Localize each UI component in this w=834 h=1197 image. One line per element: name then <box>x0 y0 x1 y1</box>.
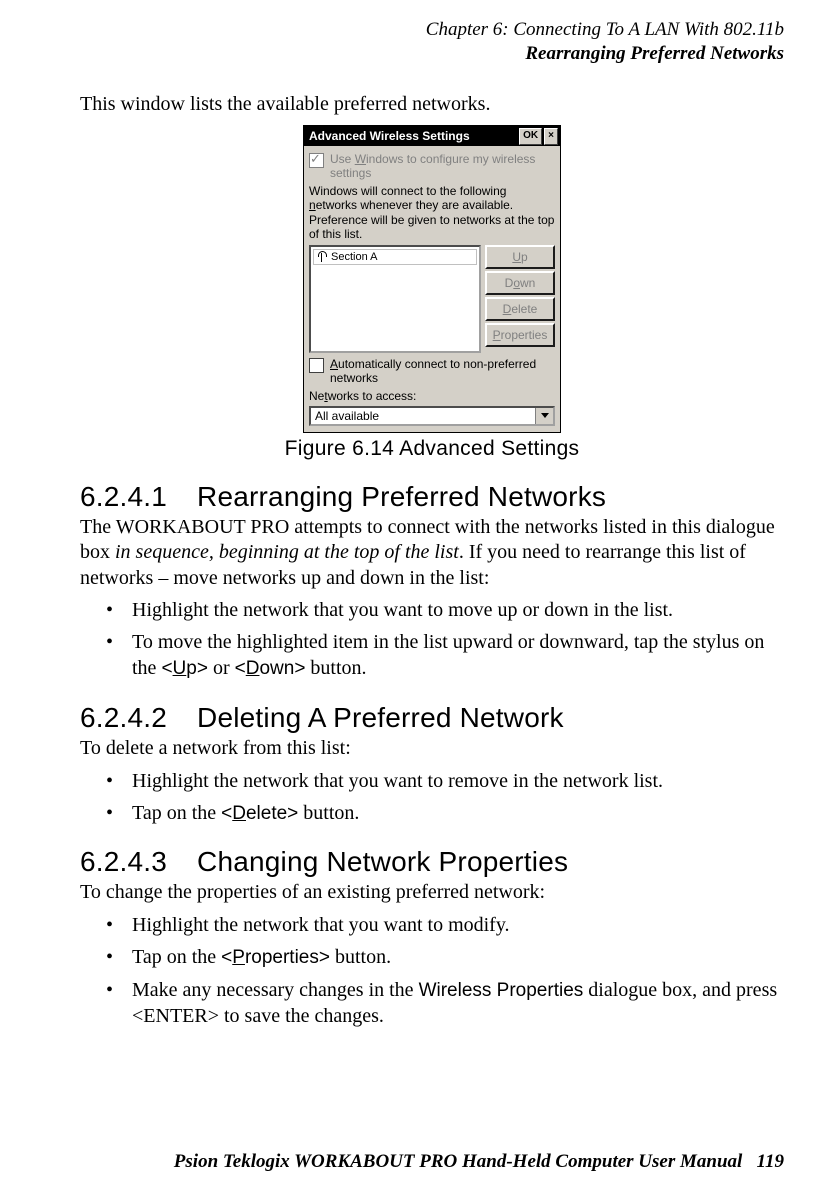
s1-paragraph: The WORKABOUT PRO attempts to connect wi… <box>80 515 784 592</box>
heading-title: Rearranging Preferred Networks <box>197 481 606 513</box>
checkbox-use-windows[interactable] <box>309 153 324 168</box>
heading-number: 6.2.4.2 <box>80 702 167 734</box>
header-chapter: Chapter 6: Connecting To A LAN With 802.… <box>80 18 784 42</box>
dialog-titlebar: Advanced Wireless Settings OK × <box>304 126 560 146</box>
delete-button[interactable]: Delete <box>485 297 555 321</box>
list-item: Tap on the <Delete> button. <box>80 800 784 827</box>
dialog-advanced-wireless-settings: Advanced Wireless Settings OK × Use Wind… <box>303 125 561 433</box>
header-section: Rearranging Preferred Networks <box>80 42 784 66</box>
list-item: Make any necessary changes in the Wirele… <box>80 977 784 1030</box>
heading-changing: 6.2.4.3 Changing Network Properties <box>80 846 784 878</box>
heading-title: Deleting A Preferred Network <box>197 702 564 734</box>
use-windows-label: Use Windows to configure my wireless set… <box>330 152 555 180</box>
heading-rearranging: 6.2.4.1 Rearranging Preferred Networks <box>80 481 784 513</box>
list-item[interactable]: Section A <box>313 249 477 265</box>
dialog-title: Advanced Wireless Settings <box>309 129 517 143</box>
auto-connect-row: Automatically connect to non-preferred n… <box>309 357 555 385</box>
networks-access-label: Networks to access: <box>309 389 555 403</box>
networks-listbox[interactable]: Section A <box>309 245 481 353</box>
intro-text: This window lists the available preferre… <box>80 92 784 118</box>
dialog-description: Windows will connect to the following ne… <box>309 184 555 242</box>
ok-button[interactable]: OK <box>519 128 542 145</box>
down-button[interactable]: Down <box>485 271 555 295</box>
page-number: 119 <box>757 1151 784 1172</box>
heading-number: 6.2.4.3 <box>80 846 167 878</box>
checkbox-auto-connect[interactable] <box>309 358 324 373</box>
page-footer: Psion Teklogix WORKABOUT PRO Hand-Held C… <box>174 1151 784 1173</box>
antenna-icon <box>317 251 327 263</box>
use-windows-checkbox-row: Use Windows to configure my wireless set… <box>309 152 555 180</box>
list-item: To move the highlighted item in the list… <box>80 629 784 682</box>
list-item: Highlight the network that you want to m… <box>80 912 784 938</box>
auto-connect-label: Automatically connect to non-preferred n… <box>330 357 555 385</box>
s2-paragraph: To delete a network from this list: <box>80 736 784 762</box>
list-item: Highlight the network that you want to r… <box>80 768 784 794</box>
networks-access-combo[interactable]: All available <box>309 406 555 426</box>
heading-number: 6.2.4.1 <box>80 481 167 513</box>
list-item: Highlight the network that you want to m… <box>80 597 784 623</box>
properties-button[interactable]: Properties <box>485 323 555 347</box>
up-button[interactable]: Up <box>485 245 555 269</box>
chevron-down-icon[interactable] <box>535 408 553 424</box>
page-header: Chapter 6: Connecting To A LAN With 802.… <box>80 18 784 66</box>
list-item-label: Section A <box>331 251 377 263</box>
figure-caption: Figure 6.14 Advanced Settings <box>80 437 784 461</box>
heading-deleting: 6.2.4.2 Deleting A Preferred Network <box>80 702 784 734</box>
footer-text: Psion Teklogix WORKABOUT PRO Hand-Held C… <box>174 1151 743 1172</box>
close-button[interactable]: × <box>544 128 558 145</box>
s3-paragraph: To change the properties of an existing … <box>80 880 784 906</box>
combo-value: All available <box>311 409 535 423</box>
heading-title: Changing Network Properties <box>197 846 568 878</box>
list-item: Tap on the <Properties> button. <box>80 944 784 971</box>
figure-wrapper: Advanced Wireless Settings OK × Use Wind… <box>80 125 784 461</box>
